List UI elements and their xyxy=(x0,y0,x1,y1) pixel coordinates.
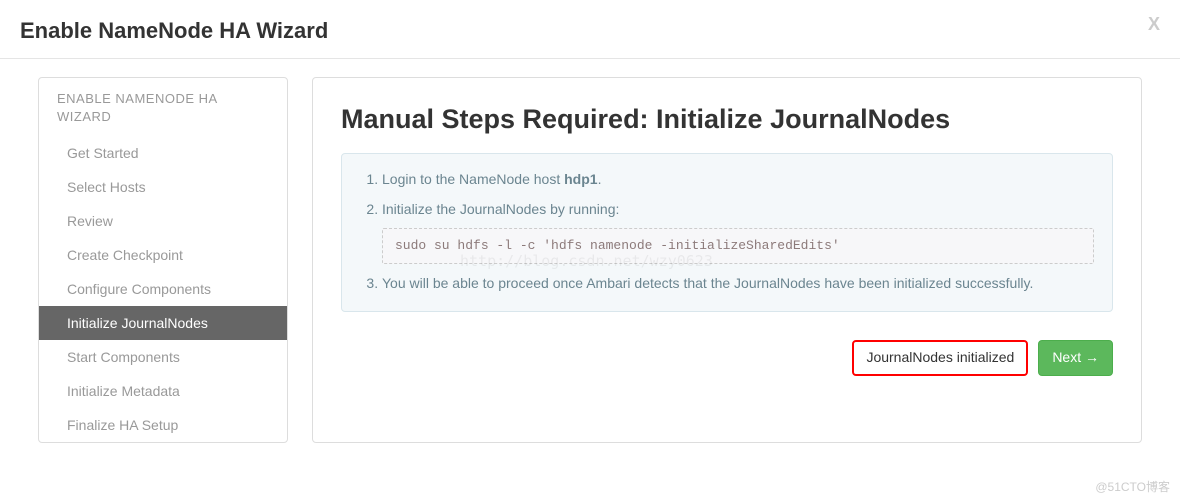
instructions-panel: Login to the NameNode host hdp1. Initial… xyxy=(341,153,1113,312)
sidebar-item-finalize-ha-setup[interactable]: Finalize HA Setup xyxy=(39,408,287,442)
sidebar-item-select-hosts[interactable]: Select Hosts xyxy=(39,170,287,204)
instruction-step-2: Initialize the JournalNodes by running: … xyxy=(382,198,1094,264)
wizard-main: Manual Steps Required: Initialize Journa… xyxy=(312,77,1142,443)
sidebar-item-initialize-journalnodes[interactable]: Initialize JournalNodes xyxy=(39,306,287,340)
close-icon[interactable]: X xyxy=(1148,14,1160,35)
namenode-host: hdp1 xyxy=(564,171,597,187)
sidebar-title: ENABLE NAMENODE HA WIZARD xyxy=(39,78,287,136)
wizard-title: Enable NameNode HA Wizard xyxy=(20,18,1160,44)
wizard-sidebar: ENABLE NAMENODE HA WIZARD Get Started Se… xyxy=(38,77,288,443)
instructions-list: Login to the NameNode host hdp1. Initial… xyxy=(360,168,1094,295)
next-button[interactable]: Next → xyxy=(1038,340,1113,376)
instruction-step-1-suffix: . xyxy=(598,171,602,187)
page-title: Manual Steps Required: Initialize Journa… xyxy=(341,104,1113,135)
sidebar-item-create-checkpoint[interactable]: Create Checkpoint xyxy=(39,238,287,272)
sidebar-item-initialize-metadata[interactable]: Initialize Metadata xyxy=(39,374,287,408)
action-bar: JournalNodes initialized Next → xyxy=(341,340,1113,376)
instruction-step-2-text: Initialize the JournalNodes by running: xyxy=(382,201,619,217)
status-badge[interactable]: JournalNodes initialized xyxy=(852,340,1028,376)
instruction-step-3: You will be able to proceed once Ambari … xyxy=(382,272,1094,296)
wizard-header: Enable NameNode HA Wizard X xyxy=(0,0,1180,59)
sidebar-item-configure-components[interactable]: Configure Components xyxy=(39,272,287,306)
wizard-body: ENABLE NAMENODE HA WIZARD Get Started Se… xyxy=(0,59,1180,461)
sidebar-item-get-started[interactable]: Get Started xyxy=(39,136,287,170)
watermark: @51CTO博客 xyxy=(1095,478,1170,495)
command-code: sudo su hdfs -l -c 'hdfs namenode -initi… xyxy=(382,228,1094,264)
sidebar-item-start-components[interactable]: Start Components xyxy=(39,340,287,374)
sidebar-item-review[interactable]: Review xyxy=(39,204,287,238)
instruction-step-1: Login to the NameNode host hdp1. xyxy=(382,168,1094,192)
instruction-step-1-prefix: Login to the NameNode host xyxy=(382,171,564,187)
